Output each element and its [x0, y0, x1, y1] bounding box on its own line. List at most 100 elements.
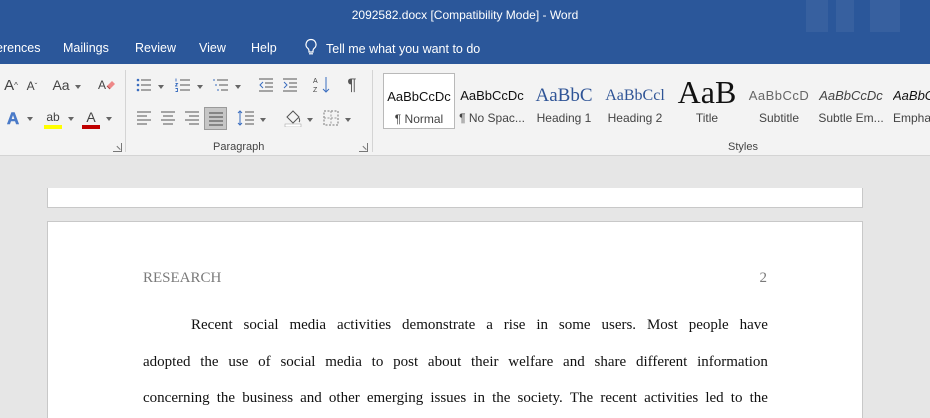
multilevel-list-icon [213, 79, 228, 91]
chevron-down-icon[interactable] [75, 85, 82, 90]
style-normal[interactable]: AaBbCcDc ¶ Normal [383, 73, 455, 129]
word: users. [601, 317, 637, 333]
align-left-button[interactable] [135, 109, 153, 127]
style-sample: AaB [677, 75, 737, 109]
chevron-down-icon[interactable] [68, 117, 75, 122]
chevron-down-icon[interactable] [235, 85, 242, 90]
style-sample: AaBbCcDc [387, 89, 451, 104]
style-subtitle[interactable]: AaBbCcD Subtitle [743, 73, 815, 129]
word: share [594, 353, 627, 370]
text-line: adopted the use of social media to post about the… [143, 354, 768, 391]
word: and [563, 353, 585, 370]
chevron-down-icon[interactable] [197, 85, 204, 90]
word: welfare [508, 353, 554, 370]
bullets-button[interactable] [135, 76, 153, 94]
center-button[interactable] [159, 109, 177, 127]
word: of [258, 353, 271, 370]
shrink-font-button[interactable]: Aˇ [24, 77, 40, 95]
show-formatting-button[interactable]: ¶ [343, 75, 361, 94]
styles-group-label: Styles [728, 141, 758, 153]
style-sample: AaBbC [535, 85, 593, 106]
word: post [393, 353, 419, 370]
word: about [427, 353, 462, 370]
change-case-button[interactable]: Aa [50, 76, 72, 94]
style-name: Title [695, 111, 719, 125]
style-name: Subtle Em... [818, 111, 884, 125]
align-right-icon [185, 111, 199, 125]
word: in [536, 317, 549, 333]
word: recent [600, 390, 637, 406]
font-color-button[interactable]: A [81, 108, 101, 130]
text-line: Recent social media activities demonstrate a r… [143, 317, 768, 354]
style-heading-2[interactable]: AaBbCcl Heading 2 [599, 73, 671, 129]
word: people [688, 317, 729, 333]
sort-button[interactable]: AZ [313, 75, 331, 95]
multilevel-list-button[interactable] [212, 76, 230, 94]
previous-page-bottom [47, 188, 863, 208]
style-name: ¶ No Spac... [459, 111, 525, 125]
word: rise [503, 317, 526, 333]
text-effects-button[interactable]: A [4, 109, 22, 129]
borders-button[interactable] [322, 109, 340, 127]
pilcrow-icon: ¶ [347, 75, 357, 94]
highlight-swatch [44, 124, 62, 129]
bullet-list-icon [136, 78, 151, 92]
decrease-indent-button[interactable] [257, 76, 275, 94]
style-name: Subtitle [758, 111, 800, 125]
style-name: Heading 2 [607, 111, 663, 125]
tab-references[interactable]: erences [0, 41, 40, 55]
ribbon-tabs: erences Mailings Review View Help Tell m… [0, 32, 930, 64]
chevron-down-icon[interactable] [106, 117, 113, 122]
chevron-down-icon[interactable] [27, 117, 34, 122]
word: the [492, 390, 511, 406]
text-effects-label: A [6, 109, 20, 129]
numbering-button[interactable] [174, 76, 192, 94]
paragraph-dialog-launcher[interactable] [359, 143, 368, 152]
grow-font-button[interactable]: A ^ [2, 76, 20, 94]
tab-mailings[interactable]: Mailings [63, 41, 109, 55]
svg-text:A: A [98, 78, 106, 92]
font-color-label: A [86, 109, 96, 125]
style-name: ¶ Normal [394, 112, 444, 126]
body-text[interactable]: Recent social media activities demonstrate a r… [143, 317, 768, 418]
line-spacing-button[interactable] [237, 109, 255, 127]
justify-button[interactable] [204, 107, 227, 130]
chevron-down-icon[interactable] [307, 118, 314, 123]
shading-button[interactable] [283, 108, 303, 128]
document-page[interactable]: RESEARCH 2 Recent social media activities de… [47, 221, 863, 418]
word: to [371, 353, 384, 370]
numbered-list-icon [175, 78, 190, 92]
tab-view[interactable]: View [199, 41, 226, 55]
style-no-spacing[interactable]: AaBbCcDc ¶ No Spac... [456, 73, 528, 129]
shrink-font-label: A [26, 79, 35, 93]
style-title[interactable]: AaB Title [671, 73, 743, 129]
tell-me-box[interactable]: Tell me what you want to do [304, 38, 480, 59]
style-emphasis[interactable]: AaBbC Empha [888, 73, 930, 129]
font-dialog-launcher[interactable] [113, 143, 122, 152]
style-sample: AaBbCcD [748, 88, 810, 103]
word: their [471, 353, 499, 370]
style-name: Empha [893, 111, 930, 125]
chevron-down-icon[interactable] [260, 118, 267, 123]
word: activities [644, 390, 699, 406]
increase-indent-icon [283, 78, 297, 92]
chevron-down-icon[interactable] [158, 85, 165, 90]
increase-indent-button[interactable] [281, 76, 299, 94]
style-sample: AaBbCcDc [460, 88, 524, 103]
align-right-button[interactable] [183, 109, 201, 127]
window-title: 2092582.docx [Compatibility Mode] - Word [351, 8, 579, 22]
tab-review[interactable]: Review [135, 41, 176, 55]
word: media [289, 317, 327, 333]
word: The [569, 390, 594, 406]
clear-formatting-button[interactable]: A [97, 76, 117, 94]
word: have [739, 317, 768, 333]
word: other [328, 390, 360, 406]
text-line: concerning the business and other emerging iss… [143, 390, 768, 418]
word: the [200, 353, 219, 370]
style-heading-1[interactable]: AaBbC Heading 1 [528, 73, 600, 129]
style-subtle-emphasis[interactable]: AaBbCcDc Subtle Em... [815, 73, 887, 129]
word: to [730, 390, 743, 406]
chevron-down-icon[interactable] [345, 118, 352, 123]
tab-help[interactable]: Help [251, 41, 277, 55]
highlight-color-button[interactable]: ab [42, 108, 64, 130]
